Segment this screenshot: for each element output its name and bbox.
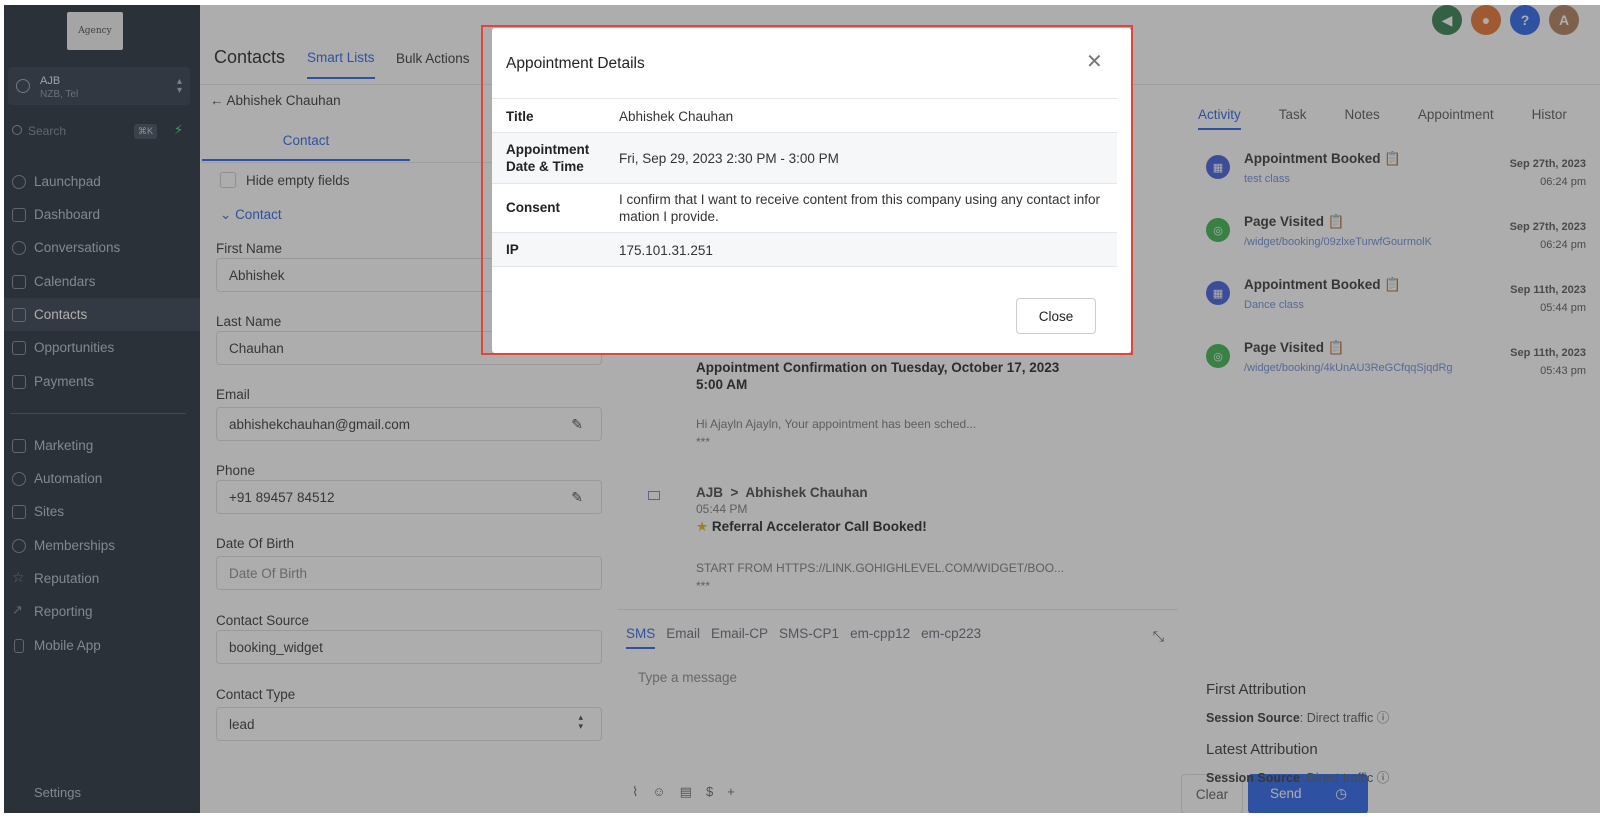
app-window: Agency AJB NZB, Tel ▴ ▾ Search ⌘K ⚡ Launc… [4, 5, 1600, 813]
close-button[interactable]: Close [1016, 298, 1096, 334]
close-icon[interactable]: ✕ [1086, 52, 1103, 72]
row-value: Fri, Sep 29, 2023 2:30 PM - 3:00 PM [619, 151, 839, 166]
appointment-details-modal: Appointment Details ✕ Title Abhishek Cha… [492, 28, 1131, 353]
table-row: IP 175.101.31.251 [492, 233, 1117, 267]
table-row: Appointment Date & Time Fri, Sep 29, 202… [492, 133, 1117, 184]
row-value: I confirm that I want to receive content… [619, 192, 1100, 224]
modal-title: Appointment Details [506, 55, 645, 72]
table-row: Title Abhishek Chauhan [492, 99, 1117, 133]
row-value: Abhishek Chauhan [619, 109, 734, 124]
row-key: Appointment Date & Time [506, 142, 590, 174]
row-key: IP [506, 242, 519, 257]
row-value: 175.101.31.251 [619, 243, 713, 258]
row-key: Title [506, 109, 534, 124]
table-row: Consent I confirm that I want to receive… [492, 184, 1117, 233]
details-table: Title Abhishek Chauhan Appointment Date … [492, 98, 1117, 267]
row-key: Consent [506, 200, 560, 215]
